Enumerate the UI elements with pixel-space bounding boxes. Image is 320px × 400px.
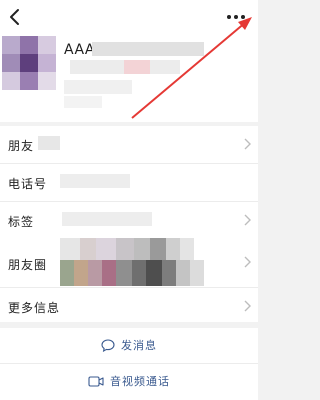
blurred-name-suffix: [92, 42, 204, 56]
row-label: 朋友圈: [8, 258, 48, 272]
chevron-left-icon: [10, 9, 19, 25]
actions-panel: 发消息 音视频通话: [0, 328, 258, 400]
row-label: 朋友: [8, 139, 35, 153]
row-more-info[interactable]: 更多信息: [0, 288, 258, 322]
chevron-right-icon: [244, 256, 251, 268]
moments-thumbnails: [60, 238, 214, 287]
info-list: 朋友 电话号 标签: [0, 126, 258, 240]
more-options-button[interactable]: [224, 6, 248, 28]
send-message-button[interactable]: 发消息: [0, 328, 258, 362]
row-tags[interactable]: 标签: [0, 202, 258, 240]
blurred-value: [60, 174, 130, 188]
top-bar: [0, 0, 258, 34]
profile-card: AAA: [0, 0, 258, 122]
video-call-label: 音视频通话: [110, 375, 170, 388]
row-moments[interactable]: 朋友圈: [0, 238, 258, 288]
blurred-value: [62, 212, 152, 226]
blurred-value: [38, 136, 60, 150]
chevron-right-icon: [244, 138, 251, 150]
blurred-detail-2: [64, 80, 132, 94]
back-button[interactable]: [4, 6, 26, 28]
video-call-button[interactable]: 音视频通话: [0, 364, 258, 398]
video-camera-icon: [88, 375, 104, 387]
row-label: 标签: [8, 215, 35, 229]
chat-bubble-icon: [101, 338, 115, 352]
profile-name: AAA: [64, 42, 96, 58]
chevron-right-icon: [244, 214, 251, 226]
row-label: 电话号: [8, 177, 48, 191]
blurred-detail-accent: [124, 60, 150, 74]
ellipsis-icon: [227, 15, 245, 19]
row-friend-remark[interactable]: 朋友: [0, 126, 258, 164]
blurred-detail-3: [64, 96, 102, 108]
chevron-right-icon: [244, 300, 251, 312]
row-label: 更多信息: [8, 301, 61, 315]
avatar[interactable]: [2, 36, 56, 90]
row-phone[interactable]: 电话号: [0, 164, 258, 202]
send-message-label: 发消息: [121, 339, 157, 352]
